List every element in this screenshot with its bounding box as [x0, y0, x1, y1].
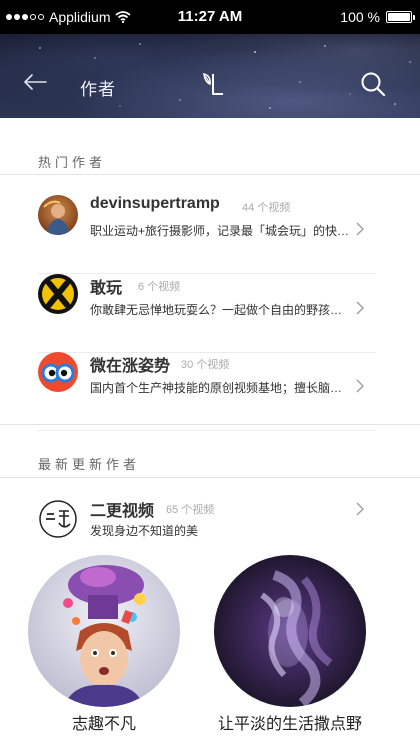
avatar — [38, 352, 78, 392]
section-divider — [0, 477, 420, 478]
battery-fill — [388, 13, 410, 21]
video-thumbnail — [214, 555, 366, 707]
battery-icon — [386, 11, 415, 23]
author-name: 敢玩 — [90, 280, 123, 297]
avatar — [38, 274, 78, 314]
chevron-right-icon — [356, 301, 364, 315]
video-card-pingdan[interactable]: 让平淡的生活撒点野 — [214, 555, 366, 734]
back-arrow-icon[interactable] — [22, 72, 48, 92]
video-count: 6 个视频 — [138, 281, 181, 293]
hot-authors-title: 热门作者 — [38, 155, 107, 170]
author-description: 职业运动+旅行摄影师，记录最「城会玩」的快… — [90, 224, 350, 238]
video-count: 30 个视频 — [181, 359, 230, 371]
video-count: 65 个视频 — [166, 504, 215, 516]
author-description: 发现身边不知道的美 — [90, 524, 199, 538]
author-name: 二更视频 — [90, 503, 155, 520]
search-icon[interactable] — [360, 71, 386, 97]
author-row-ergeng[interactable]: 二更视频 65 个视频 发现身边不知道的美 — [0, 497, 420, 547]
nav-bar: 作者 — [0, 34, 420, 118]
leaf-l-logo-icon — [203, 72, 223, 95]
author-row-devinsupertramp[interactable]: devinsupertramp 44 个视频 职业运动+旅行摄影师，记录最「城会… — [0, 195, 420, 274]
author-name: devinsupertramp — [90, 195, 220, 212]
status-right: 100 % — [340, 9, 415, 25]
avatar — [38, 195, 78, 235]
chevron-right-icon — [356, 379, 364, 393]
video-card-label: 志趣不凡 — [71, 716, 136, 733]
author-description: 国内首个生产神技能的原创视频基地；擅长脑… — [90, 381, 343, 395]
avatar — [38, 499, 78, 539]
author-description: 你敢肆无忌惮地玩耍么？一起做个自由的野孩… — [90, 303, 343, 317]
video-card-zhiqu[interactable]: 志趣不凡 — [28, 555, 180, 734]
chevron-right-icon — [356, 222, 364, 236]
battery-percent: 100 % — [340, 9, 380, 25]
page-title: 作者 — [80, 80, 116, 99]
video-thumbnail — [28, 555, 180, 707]
row-separator — [38, 430, 376, 431]
video-count: 44 个视频 — [242, 202, 291, 214]
author-name: 微在涨姿势 — [90, 358, 171, 375]
latest-authors-title: 最新更新作者 — [38, 457, 141, 472]
chevron-right-icon — [356, 502, 364, 516]
section-divider — [0, 174, 420, 175]
author-row-ganwan[interactable]: 敢玩 6 个视频 你敢肆无忌惮地玩耍么？一起做个自由的野孩… — [0, 274, 420, 353]
status-bar: Applidium 11:27 AM 100 % — [0, 0, 420, 34]
author-row-weizaizhangzishi[interactable]: 微在涨姿势 30 个视频 国内首个生产神技能的原创视频基地；擅长脑… — [0, 352, 420, 431]
section-divider — [0, 424, 420, 425]
video-card-label: 让平淡的生活撒点野 — [217, 716, 362, 733]
